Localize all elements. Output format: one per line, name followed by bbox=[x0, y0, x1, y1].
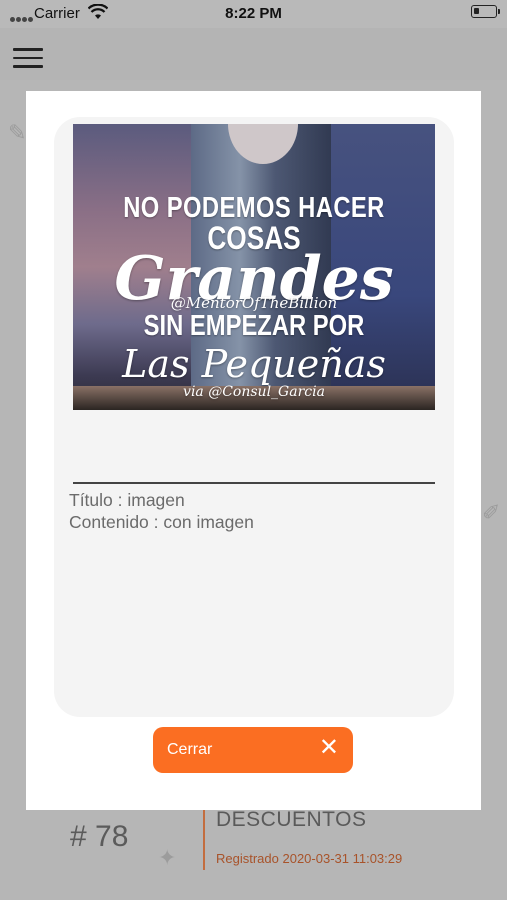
close-icon: ✕ bbox=[318, 734, 339, 761]
detail-modal: NO PODEMOS HACER COSAS Grandes @MentorOf… bbox=[26, 91, 481, 810]
doodle-icon: ✐ bbox=[482, 500, 501, 525]
item-title: DESCUENTOS bbox=[216, 808, 367, 831]
clock-time: 8:22 PM bbox=[225, 5, 282, 22]
detail-card: NO PODEMOS HACER COSAS Grandes @MentorOf… bbox=[54, 117, 454, 717]
item-divider bbox=[203, 808, 205, 870]
post-content: Contenido : con imagen bbox=[69, 512, 254, 532]
battery-tip bbox=[498, 9, 500, 14]
close-button[interactable]: Cerrar ✕ bbox=[153, 727, 353, 773]
hamburger-icon[interactable] bbox=[13, 48, 43, 68]
post-image: NO PODEMOS HACER COSAS Grandes @MentorOf… bbox=[73, 124, 435, 410]
post-title: Título : imagen bbox=[69, 490, 185, 510]
sparkle-icon: ✦ bbox=[158, 845, 177, 870]
close-button-label: Cerrar bbox=[167, 741, 213, 758]
image-text-line5: SIN EMPEZAR POR bbox=[143, 310, 365, 342]
item-number: # 78 bbox=[70, 820, 129, 853]
separator-line bbox=[73, 482, 435, 484]
app-bar bbox=[0, 28, 507, 80]
battery-icon bbox=[471, 5, 497, 18]
image-text-line7: via @Consul_Garcia bbox=[183, 384, 325, 400]
doodle-icon: ✎ bbox=[8, 120, 27, 145]
item-registered: Registrado 2020-03-31 11:03:29 bbox=[216, 851, 403, 866]
image-text-line6: Las Pequeñas bbox=[122, 342, 386, 386]
status-bar: Carrier 8:22 PM bbox=[0, 0, 507, 28]
